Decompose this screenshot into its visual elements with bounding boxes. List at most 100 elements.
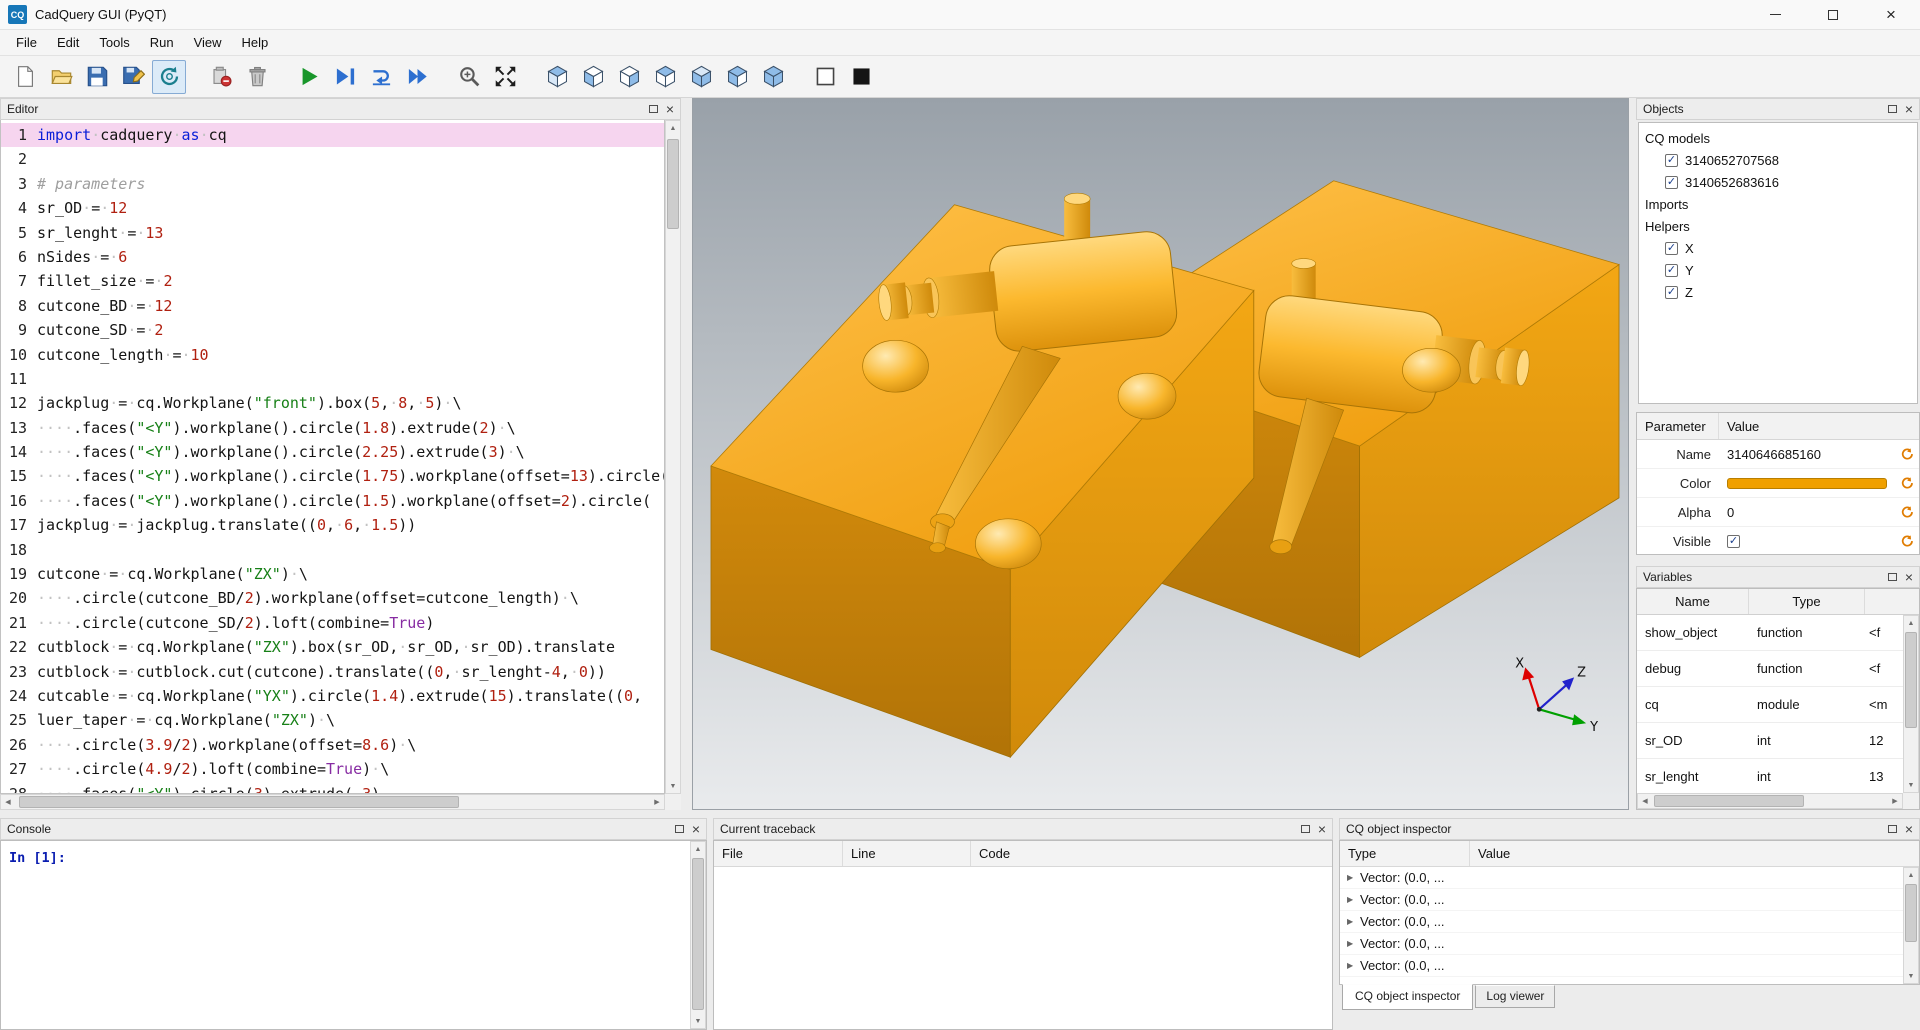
view-right-button[interactable] xyxy=(756,60,790,94)
inspector-row[interactable]: ▶Vector: (0.0, ... xyxy=(1340,955,1919,977)
traceback-header-line[interactable]: Line xyxy=(843,841,971,866)
close-panel-icon[interactable]: × xyxy=(1318,822,1326,836)
expand-icon[interactable]: ▶ xyxy=(1340,961,1360,970)
scroll-left-icon[interactable]: ◀ xyxy=(1638,794,1652,808)
checkbox[interactable]: ✓ xyxy=(1665,176,1678,189)
reset-param-button[interactable] xyxy=(1893,448,1919,461)
menu-run[interactable]: Run xyxy=(140,30,184,55)
inspector-row[interactable]: ▶Vector: (0.0, ... xyxy=(1340,933,1919,955)
variables-vertical-scrollbar[interactable]: ▲ ▼ xyxy=(1903,615,1919,793)
inspector-header-value[interactable]: Value xyxy=(1470,841,1919,866)
scrollbar-thumb[interactable] xyxy=(692,858,704,1010)
property-value[interactable]: ✓ xyxy=(1719,535,1893,548)
maximize-button[interactable] xyxy=(1804,0,1862,29)
expand-icon[interactable]: ▶ xyxy=(1340,895,1360,904)
tree-item-x[interactable]: ✓X xyxy=(1639,237,1917,259)
view-front-button[interactable] xyxy=(576,60,610,94)
scrollbar-thumb[interactable] xyxy=(1654,795,1804,807)
menu-edit[interactable]: Edit xyxy=(47,30,89,55)
code-line-2[interactable]: 2 xyxy=(1,147,664,171)
variables-horizontal-scrollbar[interactable]: ◀ ▶ xyxy=(1637,793,1903,809)
reset-param-button[interactable] xyxy=(1893,535,1919,548)
checkbox[interactable]: ✓ xyxy=(1727,535,1740,548)
view-left-button[interactable] xyxy=(720,60,754,94)
scroll-up-icon[interactable]: ▲ xyxy=(1904,616,1918,630)
code-line-16[interactable]: 16····.faces("<Y").workplane().circle(1.… xyxy=(1,489,664,513)
minimize-button[interactable] xyxy=(1746,0,1804,29)
expand-icon[interactable]: ▶ xyxy=(1340,917,1360,926)
viewport-3d[interactable]: X Z Y xyxy=(692,98,1629,810)
inspector-row[interactable]: ▶Vector: (0.0, ... xyxy=(1340,911,1919,933)
tree-item-helpers[interactable]: Helpers xyxy=(1639,215,1917,237)
menu-view[interactable]: View xyxy=(184,30,232,55)
menu-tools[interactable]: Tools xyxy=(89,30,139,55)
view-back-button[interactable] xyxy=(612,60,646,94)
scrollbar-thumb[interactable] xyxy=(1905,632,1917,728)
color-swatch[interactable] xyxy=(1727,478,1887,489)
open-button[interactable] xyxy=(44,60,78,94)
shaded-button[interactable] xyxy=(844,60,878,94)
close-button[interactable]: × xyxy=(1862,0,1920,29)
tree-item-y[interactable]: ✓Y xyxy=(1639,259,1917,281)
inspector-header-type[interactable]: Type xyxy=(1340,841,1470,866)
variable-row-sr-lenght[interactable]: sr_lenghtint13 xyxy=(1637,759,1919,795)
float-panel-icon[interactable] xyxy=(649,105,658,113)
code-line-20[interactable]: 20····.circle(cutcone_BD/2).workplane(of… xyxy=(1,586,664,610)
scroll-down-icon[interactable]: ▼ xyxy=(666,779,680,793)
inspector-row[interactable]: ▶Vector: (0.0, ... xyxy=(1340,867,1919,889)
code-editor[interactable]: 1import·cadquery·as·cq23# parameters4sr_… xyxy=(0,120,665,794)
close-panel-icon[interactable]: × xyxy=(1905,570,1913,584)
variable-row-show-object[interactable]: show_objectfunction<f xyxy=(1637,615,1919,651)
properties-header-value[interactable]: Value xyxy=(1719,419,1759,434)
autoreload-button[interactable] xyxy=(152,60,186,94)
reset-param-button[interactable] xyxy=(1893,477,1919,490)
code-line-8[interactable]: 8cutcone_BD·=·12 xyxy=(1,294,664,318)
traceback-header-file[interactable]: File xyxy=(714,841,843,866)
scroll-up-icon[interactable]: ▲ xyxy=(691,842,705,856)
variables-header-extra[interactable] xyxy=(1865,589,1919,614)
traceback-header-code[interactable]: Code xyxy=(971,841,1332,866)
scroll-left-icon[interactable]: ◀ xyxy=(1,795,15,809)
checkbox[interactable]: ✓ xyxy=(1665,286,1678,299)
editor-vertical-scrollbar[interactable]: ▲ ▼ xyxy=(665,120,681,794)
code-line-19[interactable]: 19cutcone·=·cq.Workplane("ZX")·\ xyxy=(1,562,664,586)
code-line-6[interactable]: 6nSides·=·6 xyxy=(1,245,664,269)
scroll-down-icon[interactable]: ▼ xyxy=(1904,969,1918,983)
code-line-17[interactable]: 17jackplug·=·jackplug.translate((0,·6,·1… xyxy=(1,513,664,537)
code-line-23[interactable]: 23cutblock·=·cutblock.cut(cutcone).trans… xyxy=(1,660,664,684)
wireframe-button[interactable] xyxy=(808,60,842,94)
continue-button[interactable] xyxy=(400,60,434,94)
console-body[interactable]: In [1]: ▲ ▼ xyxy=(0,840,707,1030)
menu-help[interactable]: Help xyxy=(232,30,279,55)
variables-header-type[interactable]: Type xyxy=(1749,589,1865,614)
reset-param-button[interactable] xyxy=(1893,506,1919,519)
code-line-5[interactable]: 5sr_lenght·=·13 xyxy=(1,221,664,245)
code-line-10[interactable]: 10cutcone_length·=·10 xyxy=(1,343,664,367)
expand-icon[interactable]: ▶ xyxy=(1340,939,1360,948)
menu-file[interactable]: File xyxy=(6,30,47,55)
view-iso-button[interactable] xyxy=(540,60,574,94)
code-line-15[interactable]: 15····.faces("<Y").workplane().circle(1.… xyxy=(1,464,664,488)
tab-log-viewer[interactable]: Log viewer xyxy=(1475,985,1555,1008)
step-button[interactable] xyxy=(364,60,398,94)
tree-item-z[interactable]: ✓Z xyxy=(1639,281,1917,303)
console-vertical-scrollbar[interactable]: ▲ ▼ xyxy=(690,841,706,1029)
code-line-27[interactable]: 27····.circle(4.9/2).loft(combine=True)·… xyxy=(1,757,664,781)
inspector-row[interactable]: ▶Vector: (0.0, ... xyxy=(1340,889,1919,911)
code-line-25[interactable]: 25luer_taper·=·cq.Workplane("ZX")·\ xyxy=(1,708,664,732)
scrollbar-thumb[interactable] xyxy=(19,796,459,808)
view-top-button[interactable] xyxy=(648,60,682,94)
float-panel-icon[interactable] xyxy=(1888,825,1897,833)
float-panel-icon[interactable] xyxy=(1888,573,1897,581)
properties-header-parameter[interactable]: Parameter xyxy=(1637,413,1719,439)
code-line-14[interactable]: 14····.faces("<Y").workplane().circle(2.… xyxy=(1,440,664,464)
code-line-26[interactable]: 26····.circle(3.9/2).workplane(offset=8.… xyxy=(1,733,664,757)
checkbox[interactable]: ✓ xyxy=(1665,242,1678,255)
scroll-up-icon[interactable]: ▲ xyxy=(666,121,680,135)
code-line-1[interactable]: 1import·cadquery·as·cq xyxy=(1,123,664,147)
scroll-down-icon[interactable]: ▼ xyxy=(691,1014,705,1028)
float-panel-icon[interactable] xyxy=(1301,825,1310,833)
tab-cq-object-inspector[interactable]: CQ object inspector xyxy=(1342,984,1473,1010)
new-file-button[interactable] xyxy=(8,60,42,94)
variables-header-name[interactable]: Name xyxy=(1637,589,1749,614)
